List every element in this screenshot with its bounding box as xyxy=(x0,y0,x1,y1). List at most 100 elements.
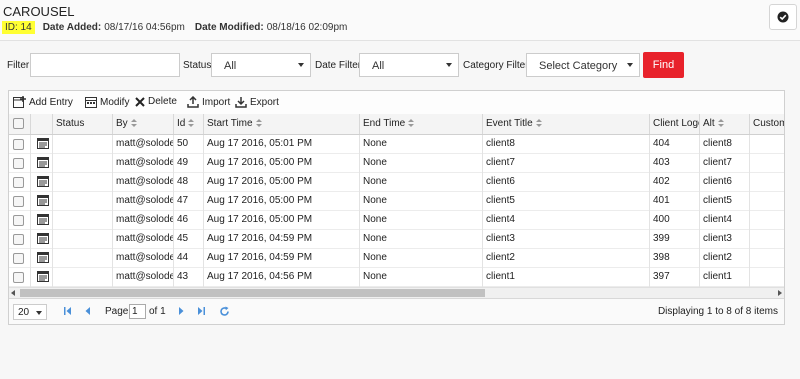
table-row[interactable]: matt@solodev 45 Aug 17 2016, 04:59 PM None c… xyxy=(9,230,784,249)
status-select-value: All xyxy=(224,60,237,72)
filter-label: Filter xyxy=(7,60,30,71)
column-by[interactable]: By xyxy=(113,114,174,134)
client-logo-cell: 404 xyxy=(650,135,700,154)
table-row[interactable]: matt@solodev 48 Aug 17 2016, 05:00 PM None c… xyxy=(9,173,784,192)
row-checkbox[interactable] xyxy=(13,272,24,283)
save-check-button[interactable] xyxy=(769,4,797,30)
row-checkbox[interactable] xyxy=(13,253,24,264)
row-checkbox[interactable] xyxy=(13,196,24,207)
scroll-left-icon[interactable] xyxy=(11,290,15,296)
table-row[interactable]: matt@solodev 47 Aug 17 2016, 05:00 PM None c… xyxy=(9,192,784,211)
delete-button[interactable]: Delete xyxy=(135,96,177,107)
refresh-icon[interactable] xyxy=(219,306,230,317)
icon-column-header xyxy=(31,114,53,134)
column-start-time[interactable]: Start Time xyxy=(204,114,360,134)
row-edit-cell xyxy=(31,211,53,230)
table-row[interactable]: matt@solodev 46 Aug 17 2016, 05:00 PM None c… xyxy=(9,211,784,230)
entry-details-icon[interactable] xyxy=(37,214,49,225)
select-all-cell xyxy=(9,114,31,134)
id-cell: 49 xyxy=(174,154,204,173)
start-time-cell: Aug 17 2016, 04:59 PM xyxy=(204,249,360,268)
row-checkbox[interactable] xyxy=(13,234,24,245)
prev-page-icon[interactable] xyxy=(83,306,93,316)
date-added-value: 08/17/16 04:56pm xyxy=(104,22,185,33)
client-logo-cell: 397 xyxy=(650,268,700,287)
column-id[interactable]: Id xyxy=(174,114,204,134)
export-button[interactable]: Export xyxy=(235,96,279,108)
by-cell: matt@solodev xyxy=(113,173,174,192)
next-page-icon[interactable] xyxy=(176,306,186,316)
alt-cell: client1 xyxy=(700,268,750,287)
end-time-cell: None xyxy=(360,249,483,268)
table-row[interactable]: matt@solodev 43 Aug 17 2016, 04:56 PM None c… xyxy=(9,268,784,287)
column-id-label: Id xyxy=(177,118,186,129)
category-select[interactable]: Select Category xyxy=(526,53,640,77)
grid-toolbar: Add Entry Modify Delete Import Export xyxy=(9,91,784,115)
scroll-right-icon[interactable] xyxy=(778,290,782,296)
modify-button[interactable]: Modify xyxy=(85,96,129,108)
row-select-cell xyxy=(9,230,31,249)
column-end-time[interactable]: End Time xyxy=(360,114,483,134)
column-custom[interactable]: Custom xyxy=(750,114,785,134)
start-time-cell: Aug 17 2016, 05:00 PM xyxy=(204,154,360,173)
filter-input[interactable] xyxy=(30,53,180,77)
last-page-icon[interactable] xyxy=(196,306,206,316)
table-row[interactable]: matt@solodev 49 Aug 17 2016, 05:00 PM None c… xyxy=(9,154,784,173)
scrollbar-thumb[interactable] xyxy=(20,289,485,297)
page-size-select[interactable]: 20 xyxy=(13,304,47,320)
chevron-down-icon xyxy=(298,63,304,67)
select-all-checkbox[interactable] xyxy=(13,118,24,129)
status-select[interactable]: All xyxy=(211,53,311,77)
column-status[interactable]: Status xyxy=(53,114,113,134)
column-event-title[interactable]: Event Title xyxy=(483,114,650,134)
custom-cell xyxy=(750,135,784,154)
import-button[interactable]: Import xyxy=(187,96,230,108)
row-checkbox[interactable] xyxy=(13,158,24,169)
alt-cell: client3 xyxy=(700,230,750,249)
category-select-value: Select Category xyxy=(539,60,618,72)
table-row[interactable]: matt@solodev 44 Aug 17 2016, 04:59 PM None c… xyxy=(9,249,784,268)
horizontal-scrollbar[interactable] xyxy=(9,287,784,298)
entry-details-icon[interactable] xyxy=(37,233,49,244)
date-filter-select[interactable]: All xyxy=(359,53,459,77)
entry-details-icon[interactable] xyxy=(37,138,49,149)
by-cell: matt@solodev xyxy=(113,268,174,287)
row-checkbox[interactable] xyxy=(13,139,24,150)
custom-cell xyxy=(750,230,784,249)
chevron-down-icon xyxy=(627,63,633,67)
entry-details-icon[interactable] xyxy=(37,176,49,187)
custom-cell xyxy=(750,192,784,211)
event-title-cell: client8 xyxy=(483,135,650,154)
by-cell: matt@solodev xyxy=(113,135,174,154)
add-entry-label: Add Entry xyxy=(29,96,73,108)
status-cell xyxy=(53,268,113,287)
row-edit-cell xyxy=(31,173,53,192)
by-cell: matt@solodev xyxy=(113,230,174,249)
page-of-label: of 1 xyxy=(149,306,166,317)
first-page-icon[interactable] xyxy=(63,306,73,316)
event-title-cell: client7 xyxy=(483,154,650,173)
entry-details-icon[interactable] xyxy=(37,157,49,168)
entry-details-icon[interactable] xyxy=(37,252,49,263)
row-select-cell xyxy=(9,135,31,154)
table-row[interactable]: matt@solodev 50 Aug 17 2016, 05:01 PM None c… xyxy=(9,135,784,154)
row-checkbox[interactable] xyxy=(13,215,24,226)
client-logo-cell: 399 xyxy=(650,230,700,249)
column-alt[interactable]: Alt xyxy=(700,114,750,134)
entry-details-icon[interactable] xyxy=(37,195,49,206)
chevron-down-icon xyxy=(446,63,452,67)
row-select-cell xyxy=(9,192,31,211)
page-number-input[interactable]: 1 xyxy=(129,304,146,319)
column-client-logo[interactable]: Client Logo xyxy=(650,114,700,134)
status-cell xyxy=(53,192,113,211)
find-button[interactable]: Find xyxy=(643,52,684,78)
add-entry-button[interactable]: Add Entry xyxy=(13,96,73,108)
date-added-label: Date Added: xyxy=(42,22,102,33)
end-time-cell: None xyxy=(360,135,483,154)
date-filter-select-value: All xyxy=(372,60,385,72)
row-checkbox[interactable] xyxy=(13,177,24,188)
row-edit-cell xyxy=(31,154,53,173)
entry-details-icon[interactable] xyxy=(37,271,49,282)
client-logo-cell: 402 xyxy=(650,173,700,192)
column-custom-label: Custom xyxy=(753,118,785,129)
